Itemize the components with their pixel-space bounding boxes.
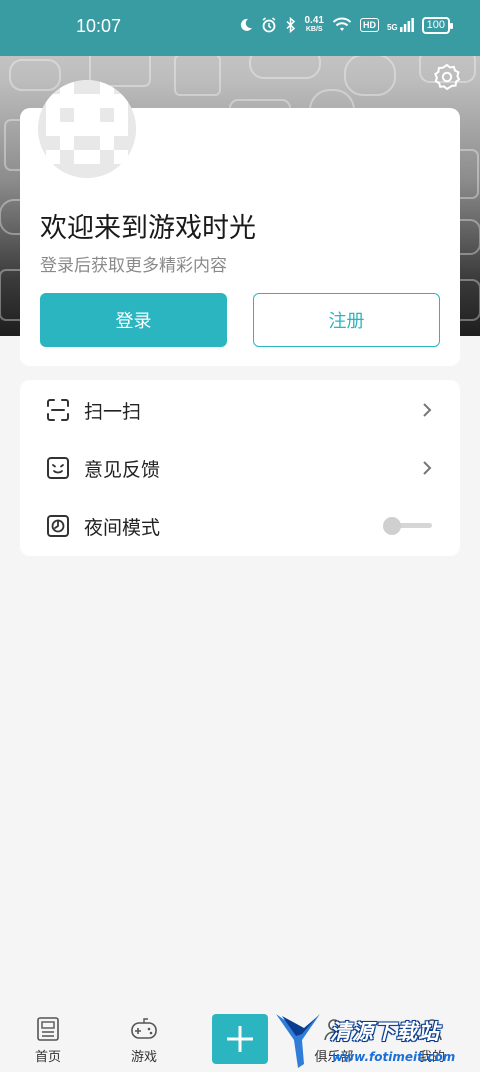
nav-label-home: 首页 — [34, 1050, 61, 1065]
signal-bars-icon — [399, 18, 414, 32]
plus-icon — [227, 1026, 253, 1052]
gear-icon — [434, 63, 461, 91]
register-button[interactable]: 注册 — [253, 293, 440, 347]
avatar[interactable] — [38, 80, 136, 178]
bluetooth-icon — [285, 17, 295, 33]
moon-icon — [240, 18, 252, 31]
speed-value: 0.41 — [304, 15, 324, 26]
login-button[interactable]: 登录 — [40, 293, 227, 347]
add-button[interactable] — [212, 1014, 268, 1064]
nav-label-club: 俱乐部 — [314, 1050, 354, 1065]
profile-icon — [422, 1019, 442, 1041]
profile-card: 欢迎来到游戏时光 登录后获取更多精彩内容 登录 注册 — [20, 80, 460, 366]
network-speed: 0.41 KB/S — [305, 16, 324, 34]
bottom-nav: 首页 游戏 俱乐部 我的 — [0, 1000, 480, 1072]
status-time: 10:07 — [76, 16, 122, 36]
menu-item-feedback[interactable]: 意见反馈 — [20, 439, 460, 497]
signal-type: 5G — [386, 23, 398, 32]
settings-button[interactable] — [432, 62, 462, 92]
night-mode-icon — [47, 515, 69, 537]
chevron-right-icon — [423, 461, 432, 475]
welcome-title: 欢迎来到游戏时光 — [40, 213, 256, 244]
battery-indicator: 100 — [421, 16, 454, 34]
nav-item-games[interactable]: 游戏 — [114, 1016, 174, 1065]
nav-label-profile: 我的 — [418, 1050, 445, 1065]
night-mode-toggle[interactable] — [382, 515, 434, 537]
status-bar: 10:07 0.41 KB/S HD 5G 100 — [0, 0, 480, 56]
nav-label-games: 游戏 — [130, 1050, 157, 1065]
menu-label-night-mode: 夜间模式 — [84, 516, 161, 539]
nav-item-club[interactable]: 俱乐部 — [304, 1016, 364, 1065]
speed-unit: KB/S — [305, 26, 323, 33]
menu-item-night-mode[interactable]: 夜间模式 — [20, 497, 460, 555]
menu-card: 扫一扫 意见反馈 夜间模式 — [20, 380, 460, 556]
alarm-icon — [262, 17, 275, 33]
nav-item-home[interactable]: 首页 — [18, 1016, 78, 1065]
menu-label-scan: 扫一扫 — [84, 400, 142, 423]
scan-icon — [47, 399, 69, 421]
menu-item-scan[interactable]: 扫一扫 — [20, 381, 460, 439]
club-icon — [324, 1019, 344, 1041]
nav-item-profile[interactable]: 我的 — [402, 1016, 462, 1065]
default-avatar-icon — [38, 80, 136, 178]
news-icon — [37, 1017, 59, 1041]
welcome-subtitle: 登录后获取更多精彩内容 — [40, 256, 227, 276]
hd-badge: HD — [359, 18, 379, 32]
menu-label-feedback: 意见反馈 — [84, 458, 161, 481]
signal-indicator: 5G — [387, 18, 414, 32]
wifi-icon — [332, 17, 352, 31]
chevron-right-icon — [423, 403, 432, 417]
gamepad-icon — [131, 1018, 157, 1039]
status-icons: 0.41 KB/S HD 5G 100 — [239, 16, 454, 34]
feedback-icon — [47, 457, 69, 479]
